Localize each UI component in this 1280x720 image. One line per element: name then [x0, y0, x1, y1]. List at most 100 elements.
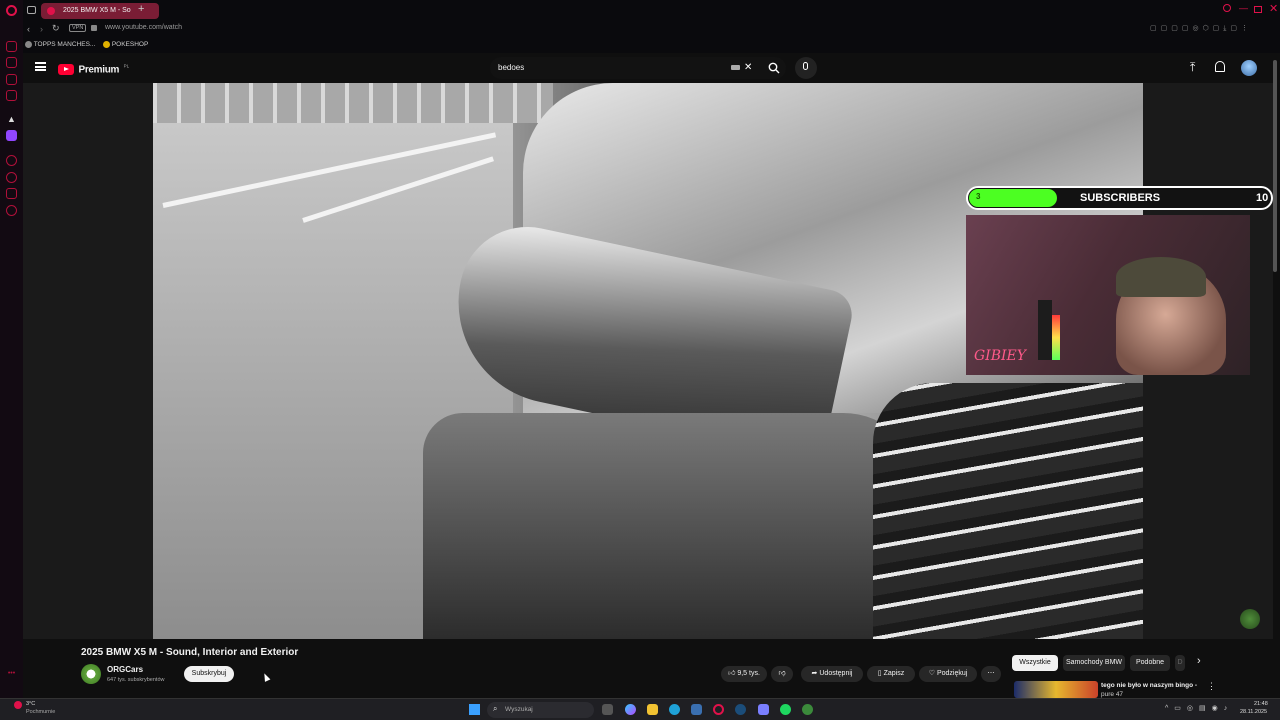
- file-explorer-icon[interactable]: [647, 704, 658, 715]
- tab-title: 2025 BMW X5 M - So: [63, 7, 131, 14]
- upload-icon[interactable]: ⤒: [1190, 60, 1195, 75]
- browser-sidebar: ▲ •••: [0, 0, 23, 698]
- webcam-overlay: GIBIEY: [966, 215, 1250, 375]
- discord-icon[interactable]: [758, 704, 769, 715]
- more-icon: ⋯: [987, 670, 995, 677]
- sidebar-twitch-icon[interactable]: [6, 130, 17, 141]
- recommendation-menu-icon[interactable]: ⋮: [1207, 681, 1216, 692]
- search-button[interactable]: [763, 58, 785, 78]
- opera-icon[interactable]: [713, 704, 724, 715]
- taskbar-search[interactable]: ⌕ Wyszukaj: [487, 702, 594, 718]
- chips-next-icon[interactable]: ›: [1197, 655, 1201, 667]
- recommendation-title[interactable]: tego nie było w naszym bingo -: [1101, 682, 1197, 689]
- weather-desc: Pochmurnie: [26, 709, 56, 715]
- workspaces-icon[interactable]: [27, 6, 36, 14]
- sidebar-downloads-icon[interactable]: [6, 188, 17, 199]
- thumb-up-icon: 👍︎: [728, 670, 736, 677]
- reload-icon[interactable]: ↻: [52, 23, 60, 34]
- task-view-icon[interactable]: [602, 704, 613, 715]
- bookmark-pokeshop[interactable]: POKESHOP: [103, 41, 148, 48]
- channel-avatar[interactable]: [81, 664, 101, 684]
- steam-icon[interactable]: [735, 704, 746, 715]
- logo-text: Premium: [78, 64, 120, 76]
- keyboard-icon[interactable]: [731, 65, 740, 70]
- weather-icon[interactable]: [14, 701, 22, 709]
- weather-temp[interactable]: 3°C: [26, 701, 35, 707]
- channel-subscribers: 647 tys. subskrybentów: [107, 677, 165, 683]
- thanks-label: Podziękuj: [936, 670, 968, 677]
- clock-date[interactable]: 28.11.2025: [1240, 709, 1267, 715]
- subscribe-button[interactable]: Subskrybuj: [184, 666, 234, 682]
- sidebar-more-icon[interactable]: •••: [6, 668, 17, 679]
- clock-time[interactable]: 21:48: [1254, 701, 1268, 707]
- mouse-cursor-icon: [261, 672, 271, 682]
- search-icon: ⌕: [493, 704, 498, 713]
- youtube-tab-icon: [47, 7, 55, 15]
- subscriber-label: SUBSCRIBERS: [1080, 192, 1161, 204]
- extension-icons[interactable]: ▢▢▢▢◎⬡▢⤓▢⋮: [1150, 24, 1252, 33]
- back-icon[interactable]: ‹: [27, 24, 30, 34]
- minimize-icon[interactable]: —: [1239, 3, 1248, 13]
- opera-logo-icon[interactable]: [6, 5, 17, 16]
- like-button[interactable]: 👍︎ 9,5 tys.: [721, 666, 767, 682]
- taskbar-search-placeholder: Wyszukaj: [505, 706, 533, 713]
- windows-taskbar: 3°C Pochmurnie ⌕ Wyszukaj ^▭◎▤◉♪ 21:48 2…: [0, 698, 1280, 720]
- sidebar-home-icon[interactable]: [6, 41, 17, 52]
- forward-icon[interactable]: ›: [40, 24, 43, 34]
- lock-icon: [91, 25, 97, 31]
- chip-similar[interactable]: Podobne: [1130, 655, 1170, 671]
- search-value: bedoes: [498, 63, 525, 72]
- search-input[interactable]: bedoes ✕: [490, 57, 786, 79]
- tab-search-icon[interactable]: [1223, 4, 1231, 12]
- more-actions-button[interactable]: ⋯: [981, 666, 1001, 682]
- extension-overlay-icon[interactable]: [1240, 609, 1260, 629]
- page-scrollbar[interactable]: [1273, 60, 1277, 272]
- voice-search-button[interactable]: [795, 57, 817, 79]
- windows-start-icon[interactable]: [469, 704, 480, 715]
- notifications-icon[interactable]: [1215, 61, 1225, 72]
- menu-icon[interactable]: [35, 62, 46, 71]
- subscriber-goal: 10: [1256, 192, 1269, 204]
- sidebar-news-icon[interactable]: [6, 74, 17, 85]
- bookmark-topps[interactable]: TOPPS MANCHES...: [25, 41, 95, 48]
- heart-dollar-icon: ♡: [928, 670, 935, 677]
- close-window-icon[interactable]: ✕: [1269, 2, 1278, 15]
- channel-name[interactable]: ORGCars: [107, 665, 143, 674]
- clear-search-icon[interactable]: ✕: [744, 57, 752, 79]
- sidebar-settings-icon[interactable]: [6, 205, 17, 216]
- edge-icon[interactable]: [669, 704, 680, 715]
- sidebar-bookmark-icon[interactable]: [6, 90, 17, 101]
- copilot-icon[interactable]: [625, 704, 636, 715]
- bookmarks-bar: TOPPS MANCHES... POKESHOP: [23, 38, 1280, 53]
- subscriber-goal-fill: [969, 189, 1057, 207]
- chip-bmw[interactable]: Samochody BMW: [1063, 655, 1125, 671]
- share-button[interactable]: ➦ Udostępnij: [801, 666, 863, 682]
- thanks-button[interactable]: ♡ Podziękuj: [919, 666, 977, 682]
- chip-truncated[interactable]: D: [1175, 655, 1185, 671]
- sidebar-messages-icon[interactable]: [6, 57, 17, 68]
- bookmark-icon: [25, 41, 32, 48]
- video-car-bumper: [423, 413, 923, 639]
- sidebar-player-icon[interactable]: [6, 155, 17, 166]
- calculator-icon[interactable]: [691, 704, 702, 715]
- avatar[interactable]: [1241, 60, 1257, 76]
- youtube-logo[interactable]: Premium PL: [58, 61, 129, 76]
- like-count: 9,5 tys.: [737, 670, 760, 677]
- video-player[interactable]: 3 SUBSCRIBERS 10 GIBIEY: [23, 83, 1273, 639]
- sidebar-history-icon[interactable]: [6, 172, 17, 183]
- share-icon: ➦: [811, 670, 818, 677]
- share-label: Udostępnij: [819, 670, 853, 677]
- url-field[interactable]: www.youtube.com/watch: [105, 24, 182, 31]
- recommendation-thumbnail[interactable]: [1014, 681, 1098, 698]
- maximize-icon[interactable]: [1254, 6, 1262, 13]
- vpn-badge[interactable]: VPN: [69, 24, 87, 32]
- dislike-button[interactable]: 👎︎: [771, 666, 793, 682]
- video-fence: [153, 83, 553, 123]
- system-tray-icons[interactable]: ^▭◎▤◉♪: [1165, 704, 1233, 712]
- app-icon[interactable]: [802, 704, 813, 715]
- chip-all[interactable]: Wszystkie: [1012, 655, 1058, 671]
- spotify-icon[interactable]: [780, 704, 791, 715]
- new-tab-icon[interactable]: +: [138, 3, 144, 15]
- save-button[interactable]: ▯ Zapisz: [867, 666, 915, 682]
- sidebar-aria-icon[interactable]: ▲: [6, 114, 17, 125]
